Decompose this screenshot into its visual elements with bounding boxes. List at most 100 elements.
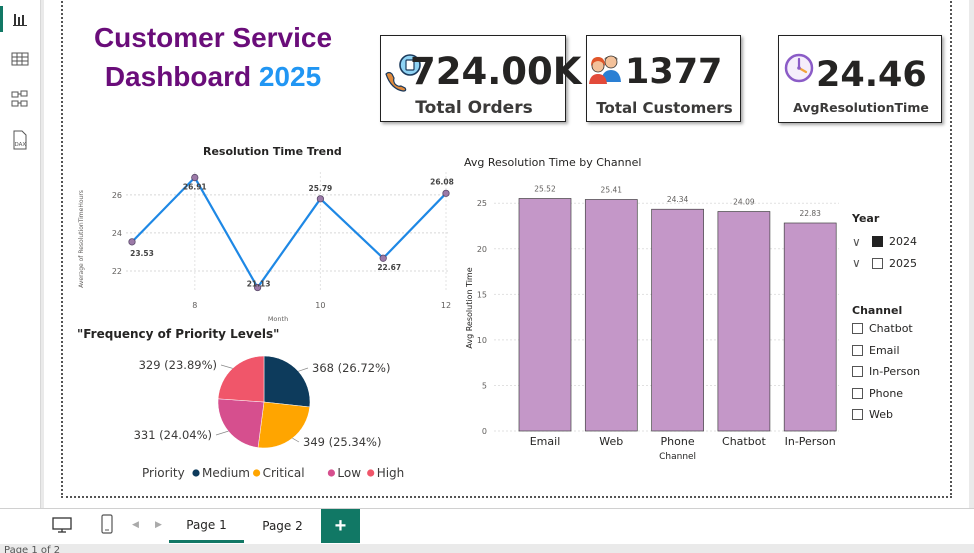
bar-value-label: 25.52	[534, 184, 556, 193]
bar-value-label: 24.09	[733, 198, 755, 207]
x-axis-title: Channel	[659, 452, 696, 462]
y-tick-label: 24	[112, 229, 122, 238]
channel-checkbox[interactable]	[852, 366, 863, 378]
chevron-down-icon[interactable]: ∨	[852, 235, 866, 249]
data-label: 22.67	[377, 263, 401, 272]
model-view-icon[interactable]	[8, 87, 32, 111]
channel-slicer-title: Channel	[852, 304, 903, 317]
bar-value-label: 25.41	[601, 185, 623, 194]
legend-title: Priority	[142, 466, 185, 480]
pie-chart-title: "Frequency of Priority Levels"	[77, 327, 280, 341]
x-tick-label: 12	[441, 301, 451, 310]
channel-checkbox[interactable]	[852, 344, 863, 356]
year-slicer: Year ∨ 2024 ∨ 2025	[852, 212, 942, 274]
channel-checkbox[interactable]	[852, 387, 863, 399]
year-2024-checkbox[interactable]	[872, 236, 883, 248]
pie-chart[interactable]: 368 (26.72%) 349 (25.34%) 331 (24.04%) 329 …	[84, 345, 444, 490]
slice-label: 329 (23.89%)	[139, 358, 217, 372]
channel-checkbox[interactable]	[852, 409, 863, 421]
y-tick-label: 15	[477, 290, 487, 299]
table-view-icon[interactable]	[8, 47, 32, 71]
channel-option-chatbot[interactable]: Chatbot	[852, 318, 942, 340]
tab-page-1[interactable]: Page 1	[169, 509, 244, 543]
channel-slicer: Channel Chatbot Email In-Person Phone We…	[852, 304, 942, 426]
data-label: 26.08	[430, 177, 454, 186]
y-tick-label: 25	[477, 199, 487, 208]
channel-checkbox[interactable]	[852, 323, 863, 335]
title-year: 2025	[258, 61, 322, 92]
data-label: 21.13	[247, 280, 271, 289]
channel-option-label: Web	[869, 408, 893, 422]
y-tick-label: 22	[112, 267, 122, 276]
data-label: 26.91	[183, 183, 207, 192]
y-tick-label: 20	[477, 245, 487, 254]
channel-option-email[interactable]: Email	[852, 340, 942, 362]
year-2025-label: 2025	[889, 256, 917, 270]
bar	[717, 211, 771, 432]
leader-line	[215, 430, 229, 436]
report-canvas: Customer Service Dashboard 2025 724.00K …	[44, 0, 969, 508]
y-axis-title: Average of ResolutionTimeHours	[78, 190, 85, 288]
bar-chart-title: Avg Resolution Time by Channel	[464, 156, 642, 169]
add-page-button[interactable]: +	[321, 509, 360, 543]
desktop-layout-icon[interactable]	[52, 516, 72, 539]
year-slicer-title: Year	[852, 212, 880, 225]
scroll-left-icon[interactable]: ◀	[132, 519, 139, 530]
line-chart[interactable]: 22 24 26 8 10 12 Month Average of ResolutionTim…	[74, 160, 454, 325]
x-tick-label: Web	[599, 435, 623, 448]
scroll-right-icon[interactable]: ▶	[155, 519, 162, 530]
x-tick-label: In-Person	[785, 435, 836, 448]
channel-option-web[interactable]: Web	[852, 404, 942, 426]
kpi-total-customers-value: 1377	[625, 52, 723, 92]
title-line-2: Dashboard 2025	[88, 57, 338, 96]
y-tick-label: 5	[482, 381, 487, 390]
dax-query-icon[interactable]: DAX	[8, 128, 32, 152]
kpi-total-orders-label: Total Orders	[415, 98, 533, 118]
bar	[651, 208, 704, 432]
customers-icon	[587, 52, 623, 89]
bar-chart[interactable]: 0 5 10 15 20 25 Avg Resolution Time 25.52 Email 2…	[459, 170, 844, 465]
kpi-avg-resolution-value: 24.46	[816, 55, 927, 95]
tab-page-2[interactable]: Page 2	[245, 509, 320, 543]
legend-label: Critical	[263, 466, 305, 480]
bar	[584, 199, 638, 432]
data-point	[191, 173, 199, 182]
channel-option-label: Email	[869, 343, 900, 357]
bar	[518, 198, 572, 432]
year-2024-option[interactable]: ∨ 2024	[852, 231, 942, 253]
leader-line	[220, 364, 233, 369]
year-2025-option[interactable]: ∨ 2025	[852, 253, 942, 275]
legend-label: High	[377, 466, 405, 480]
page-status: Page 1 of 2	[4, 545, 61, 553]
leader-line	[298, 367, 309, 372]
legend-marker	[192, 469, 200, 477]
data-point	[442, 189, 450, 197]
mobile-layout-icon[interactable]	[101, 514, 113, 539]
year-2024-label: 2024	[889, 235, 917, 249]
kpi-avg-resolution-label: AvgResolutionTime	[793, 100, 929, 115]
chevron-down-icon[interactable]: ∨	[852, 256, 866, 270]
data-point	[128, 238, 136, 246]
slice-label: 331 (24.04%)	[134, 428, 212, 442]
data-point	[316, 195, 324, 203]
kpi-card-total-customers[interactable]: 1377 Total Customers	[586, 35, 741, 122]
channel-option-phone[interactable]: Phone	[852, 383, 942, 405]
legend-label: Low	[337, 466, 361, 480]
data-point	[379, 254, 387, 262]
kpi-card-total-orders[interactable]: 724.00K Total Orders	[380, 35, 581, 122]
x-axis-title: Month	[268, 315, 288, 323]
year-2025-checkbox[interactable]	[872, 257, 883, 269]
pie-slice	[217, 398, 265, 448]
left-rail: DAX	[0, 0, 41, 508]
title-dashboard-word: Dashboard	[104, 61, 252, 92]
pie-slice	[217, 355, 265, 403]
legend-marker	[327, 469, 335, 477]
report-view-icon[interactable]	[8, 7, 32, 31]
clock-icon	[783, 52, 815, 89]
y-axis-title: Avg Resolution Time	[465, 267, 474, 348]
kpi-card-avg-resolution[interactable]: 24.46 AvgResolutionTime	[778, 35, 942, 123]
title-line-1: Customer Service	[93, 22, 333, 53]
channel-option-label: Chatbot	[869, 322, 913, 336]
leader-line	[292, 437, 300, 443]
channel-option-in-person[interactable]: In-Person	[852, 361, 942, 383]
